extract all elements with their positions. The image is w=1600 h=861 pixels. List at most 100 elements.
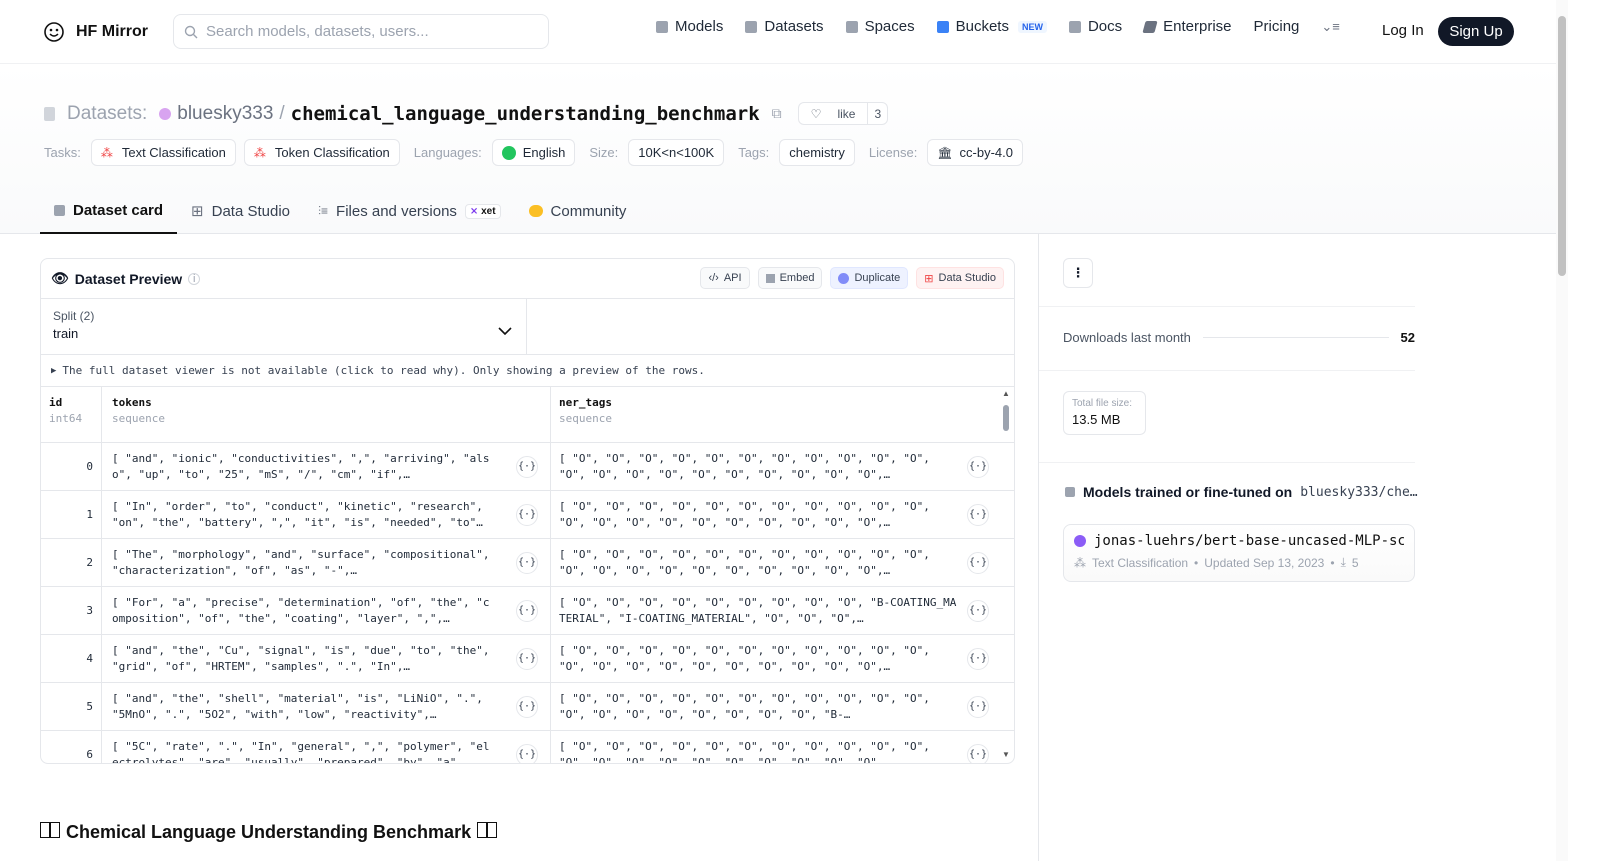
table-row[interactable]: 4 [ "and", "the", "Cu", "signal", "is", "… bbox=[41, 635, 1014, 683]
like-count: 3 bbox=[867, 103, 887, 124]
preview-title: Dataset Preview bbox=[74, 270, 183, 287]
json-view-icon[interactable]: {·} bbox=[967, 456, 989, 478]
language-label: English bbox=[522, 145, 566, 160]
data-studio-button[interactable]: ⊞ Data Studio bbox=[916, 267, 1004, 289]
new-badge: NEW bbox=[1017, 20, 1047, 33]
page-scrollbar[interactable] bbox=[1556, 0, 1568, 861]
tab-label: Data Studio bbox=[211, 202, 291, 220]
tab-community[interactable]: Community bbox=[515, 188, 641, 234]
json-view-icon[interactable]: {·} bbox=[516, 504, 538, 526]
split-dropdown[interactable]: Split (2) train bbox=[41, 299, 527, 355]
nav-models[interactable]: Models bbox=[656, 18, 723, 35]
signup-button[interactable]: Sign Up bbox=[1438, 17, 1514, 46]
table-row[interactable]: 0 [ "and", "ionic", "conductivities", ","… bbox=[41, 443, 1014, 491]
download-icon: ⤓ bbox=[1340, 555, 1346, 569]
models-title-repo: bluesky333/che… bbox=[1300, 484, 1418, 500]
file-size-label: Total file size: bbox=[1072, 398, 1133, 409]
license-tag[interactable]: 🏛 cc-by-4.0 bbox=[927, 139, 1024, 166]
api-button[interactable]: ‹/› API bbox=[700, 267, 750, 289]
repo-owner-link[interactable]: bluesky333 bbox=[177, 103, 273, 125]
cell-id: 0 bbox=[41, 443, 102, 490]
menu-icon: ⌄≡ bbox=[1321, 18, 1340, 34]
login-link[interactable]: Log In bbox=[1382, 22, 1424, 39]
book-icon bbox=[1068, 20, 1081, 33]
nav-enterprise[interactable]: Enterprise bbox=[1142, 18, 1232, 35]
column-type: sequence bbox=[559, 412, 612, 425]
column-header-tokens[interactable]: tokens sequence bbox=[102, 387, 551, 442]
table-row[interactable]: 3 [ "For", "a", "precise", "determination… bbox=[41, 587, 1014, 635]
json-view-icon[interactable]: {·} bbox=[516, 696, 538, 718]
repo-tabs: Dataset card ⊞ Data Studio ⫶≡ Files and ve… bbox=[40, 188, 640, 234]
json-view-icon[interactable]: {·} bbox=[967, 696, 989, 718]
tab-data-studio[interactable]: ⊞ Data Studio bbox=[177, 188, 304, 234]
json-view-icon[interactable]: {·} bbox=[967, 552, 989, 574]
nav-datasets-label: Datasets bbox=[764, 18, 824, 35]
embed-icon bbox=[765, 273, 775, 283]
json-view-icon[interactable]: {·} bbox=[516, 456, 538, 478]
json-view-icon[interactable]: {·} bbox=[967, 744, 989, 763]
xet-badge: ⨯ xet bbox=[464, 203, 501, 219]
table-scrollbar-thumb[interactable] bbox=[1003, 405, 1009, 431]
tab-dataset-card[interactable]: Dataset card bbox=[40, 188, 178, 234]
nav-enterprise-label: Enterprise bbox=[1163, 18, 1232, 35]
more-options-button[interactable]: ⋮ bbox=[1063, 258, 1093, 288]
database-icon bbox=[745, 20, 758, 33]
json-view-icon[interactable]: {·} bbox=[516, 552, 538, 574]
downloads-label: Downloads last month bbox=[1063, 330, 1191, 345]
copy-icon[interactable]: ⧉ bbox=[772, 105, 782, 122]
divider bbox=[1039, 306, 1415, 307]
scroll-down-icon[interactable]: ▼ bbox=[1002, 750, 1010, 759]
search-icon bbox=[184, 25, 198, 38]
text-classification-icon: ⁂ bbox=[100, 145, 113, 160]
model-task: Text Classification bbox=[1092, 555, 1189, 570]
search-input[interactable] bbox=[206, 23, 526, 40]
emoji-placeholder-icon bbox=[40, 822, 60, 843]
table-scrollbar[interactable]: ▲ ▼ bbox=[1000, 387, 1014, 763]
task-tag-text-classification[interactable]: ⁂ Text Classification bbox=[90, 139, 236, 166]
tab-files-and-versions[interactable]: ⫶≡ Files and versions ⨯ xet bbox=[304, 188, 515, 234]
scroll-up-icon[interactable]: ▲ bbox=[1002, 389, 1010, 398]
nav-models-label: Models bbox=[675, 18, 724, 35]
logo[interactable]: HF Mirror bbox=[42, 20, 148, 44]
json-view-icon[interactable]: {·} bbox=[967, 648, 989, 670]
embed-button[interactable]: Embed bbox=[757, 267, 823, 289]
json-view-icon[interactable]: {·} bbox=[516, 744, 538, 763]
nav-spaces[interactable]: Spaces bbox=[845, 18, 915, 35]
nav-datasets[interactable]: Datasets bbox=[745, 18, 824, 35]
json-view-icon[interactable]: {·} bbox=[516, 648, 538, 670]
json-view-icon[interactable]: {·} bbox=[967, 600, 989, 622]
nav-pricing[interactable]: Pricing bbox=[1254, 18, 1300, 35]
nav-docs[interactable]: Docs bbox=[1068, 18, 1122, 35]
column-header-id[interactable]: id int64 bbox=[41, 387, 102, 442]
size-tag[interactable]: 10K<n<100K bbox=[628, 139, 725, 166]
table-row[interactable]: 5 [ "and", "the", "shell", "material", "i… bbox=[41, 683, 1014, 731]
chevron-down-icon bbox=[498, 327, 512, 335]
scrollbar-thumb[interactable] bbox=[1558, 16, 1566, 276]
table-row[interactable]: 1 [ "In", "order", "to", "conduct", "kine… bbox=[41, 491, 1014, 539]
repo-header: Datasets: bluesky333 / chemical_language… bbox=[0, 64, 1556, 234]
nav-buckets[interactable]: Buckets NEW bbox=[936, 18, 1047, 35]
table-row[interactable]: 6 [ "5C", "rate", ".", "In", "general", "… bbox=[41, 731, 1014, 763]
cube-icon bbox=[1065, 487, 1075, 497]
language-tag[interactable]: English bbox=[491, 139, 576, 166]
tags-label: Tags: bbox=[738, 145, 770, 160]
tag-chemistry[interactable]: chemistry bbox=[779, 139, 855, 166]
info-icon[interactable]: i bbox=[188, 272, 201, 285]
more-menu-button[interactable]: ⌄≡ bbox=[1321, 19, 1339, 35]
nav-buckets-label: Buckets bbox=[955, 18, 1009, 35]
json-view-icon[interactable]: {·} bbox=[516, 600, 538, 622]
nav-spaces-label: Spaces bbox=[864, 18, 915, 35]
model-card[interactable]: jonas-luehrs/bert-base-uncased-MLP-sc… ⁂… bbox=[1063, 524, 1415, 582]
viewer-notice[interactable]: ▶ The full dataset viewer is not availabl… bbox=[41, 355, 1014, 387]
task-tag-token-classification[interactable]: ⁂ Token Classification bbox=[243, 139, 400, 166]
like-button[interactable]: ♡ like 3 bbox=[797, 102, 889, 125]
column-type: int64 bbox=[49, 412, 83, 425]
column-header-ner-tags[interactable]: ner_tags sequence bbox=[551, 387, 1001, 442]
duplicate-button[interactable]: Duplicate bbox=[830, 267, 909, 289]
cell-tokens: [ "and", "the", "Cu", "signal", "is", "d… bbox=[112, 644, 490, 673]
table-icon: ⊞ bbox=[924, 272, 934, 285]
search-box[interactable] bbox=[173, 14, 549, 49]
json-view-icon[interactable]: {·} bbox=[967, 504, 989, 526]
table-row[interactable]: 2 [ "The", "morphology", "and", "surface"… bbox=[41, 539, 1014, 587]
repo-name[interactable]: chemical_language_understanding_benchmar… bbox=[291, 103, 760, 125]
